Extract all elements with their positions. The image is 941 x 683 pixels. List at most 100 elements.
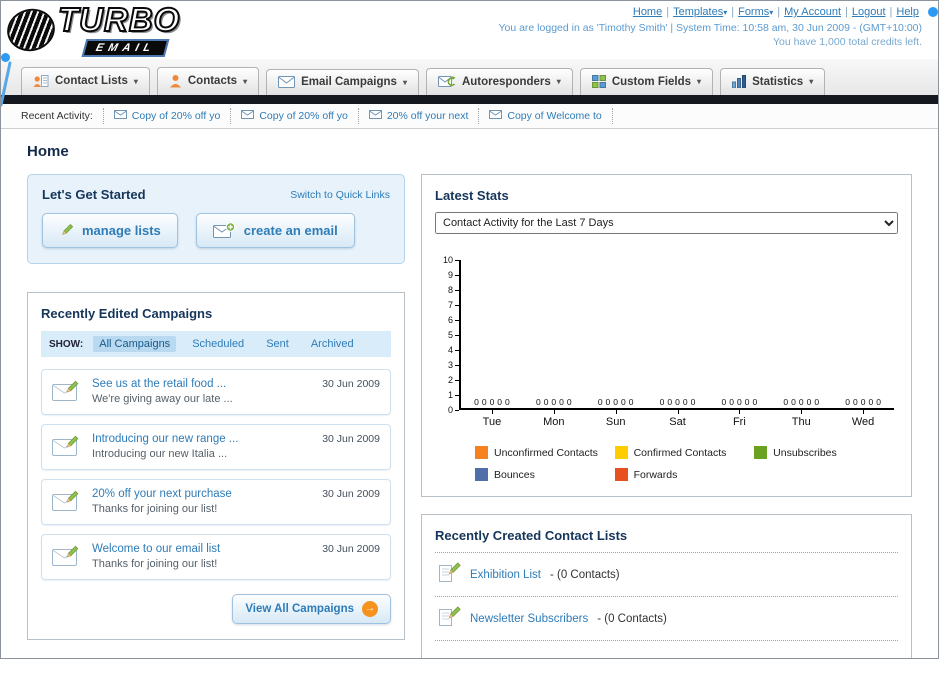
legend-item: Unconfirmed Contacts — [475, 446, 615, 459]
tab-email-campaigns[interactable]: Email Campaigns ▾ — [266, 69, 419, 95]
campaign-title-link[interactable]: Introducing our new range ... — [92, 433, 312, 445]
top-link-help[interactable]: Help — [896, 6, 919, 18]
chevron-down-icon: ▾ — [769, 8, 774, 17]
chart-bar-group: 00000 — [832, 397, 894, 408]
custom-fields-icon — [591, 75, 606, 88]
separator: | — [889, 6, 893, 18]
bar-value-label: 0 — [752, 397, 758, 407]
app-page: TURBO EMAIL Home | Templates ▾ | Forms ▾ | My … — [0, 0, 939, 659]
bar-value-label: 0 — [852, 397, 858, 407]
stats-period-select[interactable]: Contact Activity for the Last 7 Days — [435, 212, 898, 234]
filter-all-campaigns[interactable]: All Campaigns — [93, 336, 177, 352]
view-all-campaigns-button[interactable]: View All Campaigns → — [232, 594, 391, 624]
widget-dot-icon[interactable] — [928, 7, 938, 17]
campaign-list: See us at the retail food ... We're givin… — [41, 369, 391, 580]
chevron-down-icon: ▾ — [402, 77, 407, 87]
y-tick-label: 10 — [439, 255, 459, 265]
campaign-date: 30 Jun 2009 — [322, 378, 380, 390]
email-campaigns-icon — [278, 76, 296, 88]
contact-activity-chart: 10 9 8 7 6 5 4 3 2 1 0 000000000000000000000000000… — [439, 255, 894, 428]
bar-value-label: 0 — [798, 397, 804, 407]
envelope-icon — [368, 110, 382, 122]
contact-lists-icon — [33, 74, 49, 88]
top-link-forms[interactable]: Forms ▾ — [738, 6, 773, 18]
tab-statistics[interactable]: Statistics ▾ — [720, 68, 826, 95]
legend-item: Confirmed Contacts — [614, 446, 755, 459]
filter-sent[interactable]: Sent — [260, 336, 295, 352]
top-link-templates[interactable]: Templates ▾ — [673, 6, 727, 18]
legend-swatch — [475, 446, 488, 459]
switch-quick-links-link[interactable]: Switch to Quick Links — [290, 189, 390, 201]
nav-divider-bar — [1, 95, 938, 104]
filter-archived[interactable]: Archived — [305, 336, 360, 352]
campaign-title-link[interactable]: Welcome to our email list — [92, 543, 312, 555]
get-started-title: Let's Get Started — [42, 187, 146, 202]
bar-value-label: 0 — [621, 397, 626, 407]
chart-bar-group: 00000 — [770, 397, 832, 408]
app-header: TURBO EMAIL Home | Templates ▾ | Forms ▾ | My … — [1, 1, 938, 59]
envelope-pencil-icon — [52, 489, 82, 516]
bar-value-label: 0 — [806, 397, 812, 407]
tab-label: Contacts — [187, 75, 238, 87]
contact-list-count: - (0 Contacts) — [597, 612, 667, 625]
separator: | — [731, 6, 735, 18]
separator: | — [777, 6, 781, 18]
chart-bar-group: 00000 — [523, 397, 585, 408]
autoresponders-icon — [437, 75, 456, 88]
top-link-home[interactable]: Home — [633, 6, 662, 18]
tab-autoresponders[interactable]: Autoresponders ▾ — [425, 68, 573, 95]
recent-activity-link[interactable]: Copy of 20% off yo — [132, 110, 221, 122]
arrow-icon: → — [362, 601, 378, 617]
campaign-title-link[interactable]: 20% off your next purchase — [92, 488, 312, 500]
campaign-row: See us at the retail food ... We're givin… — [41, 369, 391, 415]
latest-stats-title: Latest Stats — [435, 188, 509, 203]
bar-value-label: 0 — [783, 397, 789, 407]
campaign-subtitle: Introducing our new Italia ... — [92, 448, 228, 460]
top-link-my-account[interactable]: My Account — [784, 6, 841, 18]
tab-contact-lists[interactable]: Contact Lists ▾ — [21, 67, 150, 95]
bar-value-label: 0 — [481, 397, 487, 407]
legend-item: Forwards — [614, 468, 755, 481]
chevron-down-icon: ▾ — [697, 77, 702, 86]
header-right: Home | Templates ▾ | Forms ▾ | My Account | Logo… — [498, 6, 922, 48]
legend-item: Unsubscribes — [754, 446, 894, 459]
legend-swatch — [614, 468, 628, 481]
recent-activity-label: Recent Activity: — [21, 110, 93, 122]
pencil-icon — [59, 223, 74, 238]
bar-value-label: 0 — [505, 397, 510, 407]
campaign-subtitle: Thanks for joining our list! — [92, 558, 218, 570]
envelope-pencil-icon — [52, 434, 82, 461]
bar-value-label: 0 — [543, 397, 549, 407]
tab-contacts[interactable]: Contacts ▾ — [156, 67, 260, 95]
contact-list-count: - (0 Contacts) — [549, 568, 620, 581]
campaign-date: 30 Jun 2009 — [322, 543, 380, 555]
x-axis-label: Sun — [585, 410, 647, 428]
create-email-button[interactable]: create an email — [195, 213, 355, 248]
main-nav: Contact Lists ▾ Contacts ▾ Email Campaigns ▾ A… — [1, 59, 938, 95]
campaign-text: Introducing our new range ... Introducing… — [92, 433, 312, 460]
recent-activity-link[interactable]: Copy of 20% off yo — [259, 110, 348, 122]
recent-activity-link[interactable]: 20% off your next — [387, 110, 469, 122]
manage-lists-button[interactable]: manage lists — [42, 213, 178, 248]
create-email-label: create an email — [243, 223, 338, 238]
logo-swoosh-icon — [5, 6, 57, 54]
envelope-plus-icon — [212, 222, 236, 239]
recent-activity-link[interactable]: Copy of Welcome to — [507, 110, 601, 122]
y-tick-label: 5 — [439, 330, 459, 340]
tab-label: Statistics — [752, 75, 804, 88]
legend-swatch — [614, 446, 628, 459]
campaign-date: 30 Jun 2009 — [322, 433, 380, 445]
chevron-down-icon: ▾ — [243, 76, 248, 86]
logo-subtitle: EMAIL — [81, 38, 170, 57]
contact-list-link[interactable]: Exhibition List — [470, 569, 541, 581]
chart-legend: Unconfirmed Contacts Confirmed Contacts Un… — [475, 446, 898, 481]
tab-label: Autoresponders — [461, 75, 551, 88]
campaign-title-link[interactable]: See us at the retail food ... — [92, 378, 312, 390]
top-link-logout[interactable]: Logout — [852, 6, 886, 18]
chart-bar-group: 00000 — [708, 397, 770, 408]
bar-value-label: 0 — [551, 397, 557, 407]
tab-custom-fields[interactable]: Custom Fields ▾ — [579, 68, 714, 95]
contact-list-link[interactable]: Newsletter Subscribers — [470, 613, 588, 625]
filter-scheduled[interactable]: Scheduled — [186, 336, 250, 352]
y-tick-label: 3 — [439, 360, 459, 370]
